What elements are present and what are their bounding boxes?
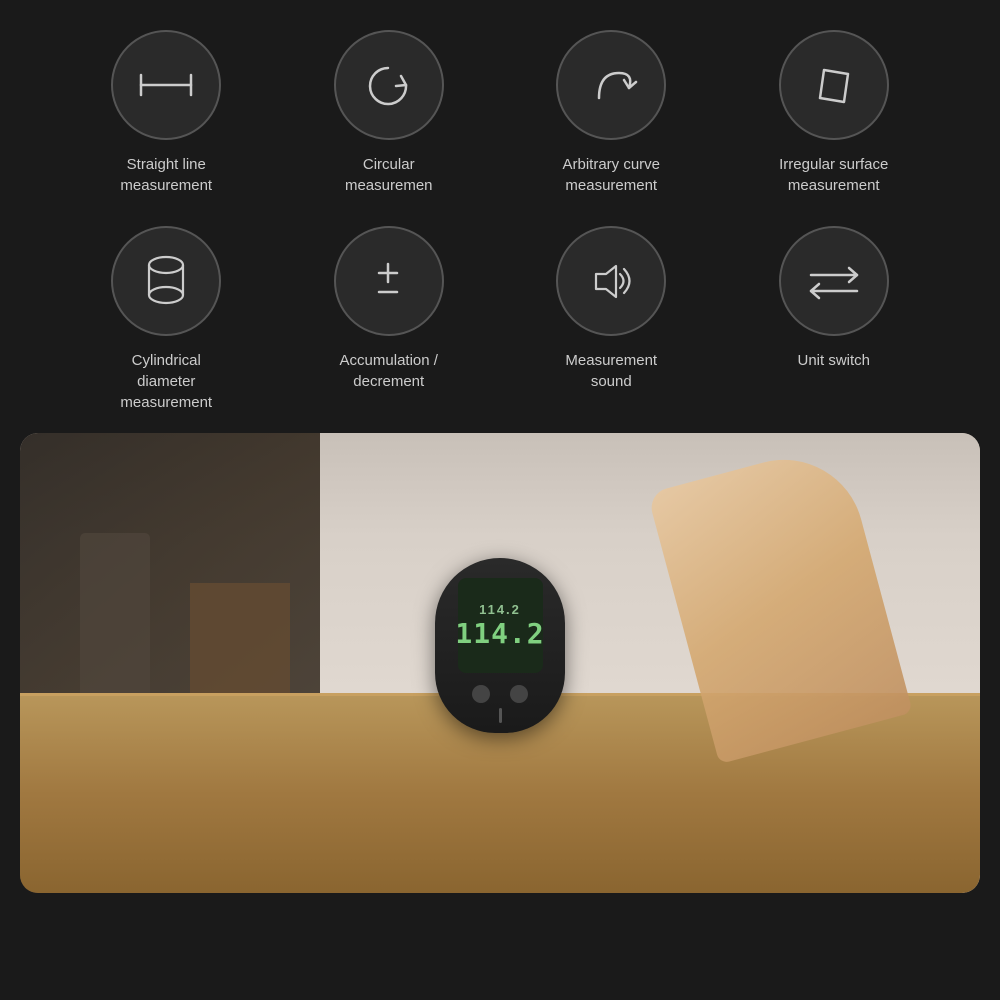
feature-item-unit-switch: Unit switch: [728, 226, 941, 413]
photo-bg: 114.2 114.2: [20, 433, 980, 893]
icon-circle-cylindrical: [111, 226, 221, 336]
icon-label-sound: Measurementsound: [565, 350, 657, 392]
icon-circle-accumulation: [334, 226, 444, 336]
device-reading-small: 114.2: [479, 602, 521, 617]
device-reading-large: 114.2: [455, 617, 544, 650]
icon-label-irregular-surface: Irregular surfacemeasurement: [779, 154, 888, 196]
device-bottom-line: [499, 708, 502, 723]
feature-item-cylindrical: Cylindricaldiametermeasurement: [60, 226, 273, 413]
icon-label-straight-line: Straight linemeasurement: [120, 154, 212, 196]
photo-container: 114.2 114.2: [20, 433, 980, 893]
bottom-section: 114.2 114.2: [0, 433, 1000, 893]
icon-circle-sound: [556, 226, 666, 336]
brown-box: [190, 583, 290, 693]
feature-item-accumulation: Accumulation /decrement: [283, 226, 496, 413]
device-btn-right: [510, 685, 528, 703]
icon-circle-unit-switch: [779, 226, 889, 336]
icon-label-cylindrical: Cylindricaldiametermeasurement: [120, 350, 212, 413]
feature-item-sound: Measurementsound: [505, 226, 718, 413]
icon-circle-arbitrary-curve: [556, 30, 666, 140]
icon-label-arbitrary-curve: Arbitrary curvemeasurement: [562, 154, 660, 196]
device: 114.2 114.2: [435, 558, 565, 733]
device-buttons: [472, 685, 528, 703]
device-btn-left: [472, 685, 490, 703]
feature-item-straight-line: Straight linemeasurement: [60, 30, 273, 196]
icon-label-unit-switch: Unit switch: [797, 350, 870, 371]
feature-item-irregular-surface: Irregular surfacemeasurement: [728, 30, 941, 196]
icon-label-accumulation: Accumulation /decrement: [340, 350, 438, 392]
feature-item-circular: Circularmeasuremen: [283, 30, 496, 196]
icon-circle-straight-line: [111, 30, 221, 140]
icons-grid: Straight linemeasurement Circularmeasure…: [60, 30, 940, 413]
vase: [80, 533, 150, 693]
icon-circle-circular: [334, 30, 444, 140]
feature-item-arbitrary-curve: Arbitrary curvemeasurement: [505, 30, 718, 196]
top-section: Straight linemeasurement Circularmeasure…: [0, 0, 1000, 433]
icon-label-circular: Circularmeasuremen: [345, 154, 433, 196]
icon-circle-irregular-surface: [779, 30, 889, 140]
device-screen: 114.2 114.2: [458, 578, 543, 673]
